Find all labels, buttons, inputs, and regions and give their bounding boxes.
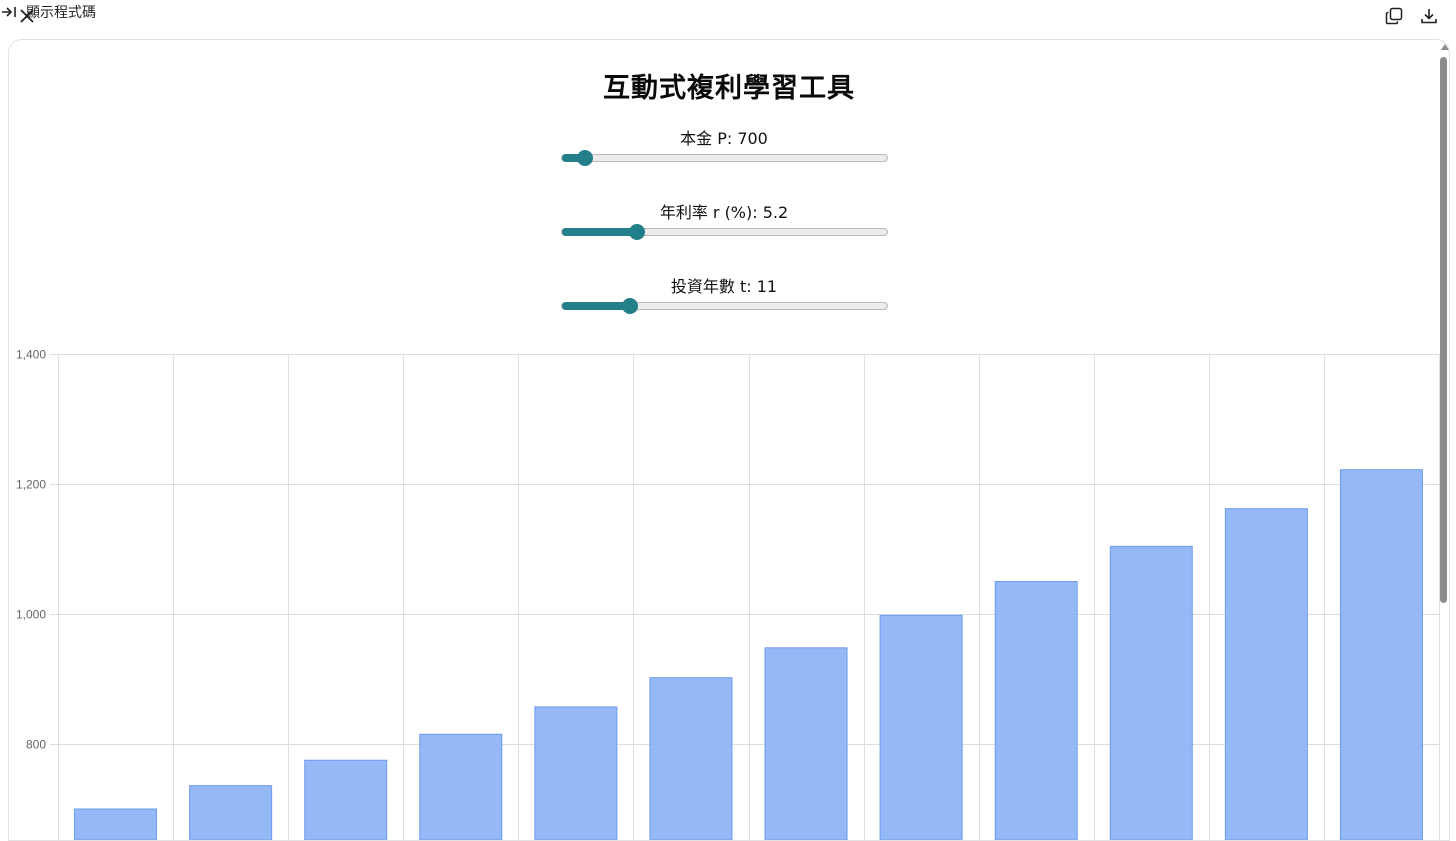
- download-icon[interactable]: [1416, 3, 1442, 29]
- chart-bar: [74, 808, 158, 840]
- y-tick-label: 1,000: [16, 608, 46, 622]
- close-icon[interactable]: [14, 4, 40, 28]
- y-tick-label: 1,400: [16, 348, 46, 362]
- y-tick-label: 1,200: [16, 478, 46, 492]
- chart-bar: [879, 614, 963, 840]
- chart-bar: [1339, 469, 1423, 840]
- top-bar: 顯示程式碼: [0, 0, 1456, 32]
- preview-panel: 互動式複利學習工具 本金 P: 700 年利率 r (%): 5.2 投資年數 …: [8, 39, 1450, 841]
- vertical-scrollbar[interactable]: [1438, 40, 1452, 826]
- chart-bar: [304, 759, 388, 840]
- scrollbar-thumb[interactable]: [1440, 57, 1447, 603]
- chart-bar: [649, 677, 733, 840]
- chart-bar: [534, 706, 618, 840]
- compound-interest-bar-chart: 800 1,000 1,200 1,400: [16, 348, 1440, 840]
- chart-bar: [1224, 508, 1308, 840]
- chart-bar: [189, 785, 273, 840]
- copy-icon[interactable]: [1381, 3, 1407, 29]
- scroll-up-icon[interactable]: [1441, 44, 1449, 50]
- y-tick-label: 800: [26, 738, 46, 752]
- show-code-button[interactable]: 顯示程式碼: [0, 0, 1456, 24]
- chart-bar: [764, 647, 848, 840]
- chart-bar: [1109, 545, 1193, 840]
- chart-bar: [994, 581, 1078, 840]
- chart-bar: [419, 733, 503, 840]
